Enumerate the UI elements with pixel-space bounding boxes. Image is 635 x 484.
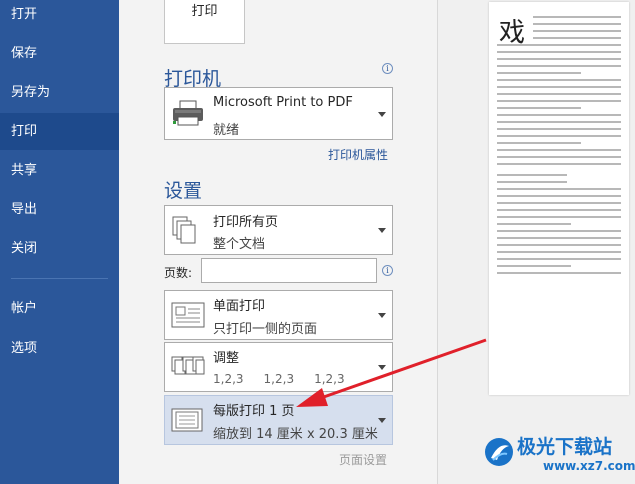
watermark: 极光下载站 www.xz7.com	[483, 432, 635, 480]
aurora-logo-icon	[485, 438, 513, 466]
red-arrow-annotation	[296, 338, 487, 407]
watermark-url: www.xz7.com	[543, 459, 635, 473]
watermark-text: 极光下载站	[517, 436, 613, 458]
